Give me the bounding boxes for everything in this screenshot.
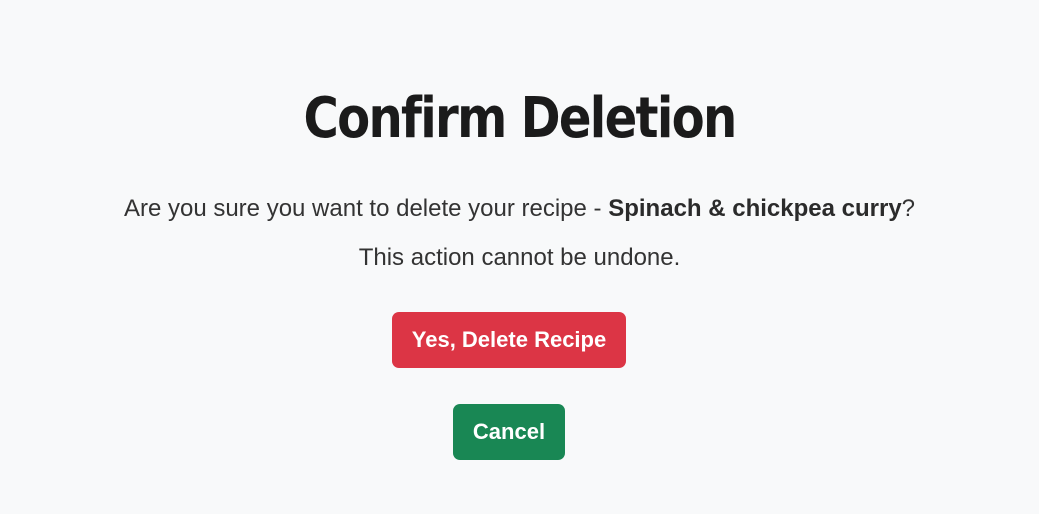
confirmation-suffix: ? [901,195,916,222]
recipe-name: Spinach & chickpea curry [608,195,902,222]
delete-recipe-button[interactable]: Yes, Delete Recipe [392,312,626,368]
confirmation-prefix: Are you sure you want to delete your rec… [123,195,609,222]
confirm-deletion-page: Confirm Deletion Are you sure you want t… [0,0,1039,514]
cancel-button[interactable]: Cancel [453,404,565,460]
page-title: Confirm Deletion [303,86,737,151]
confirmation-message: Are you sure you want to delete your rec… [0,193,1039,225]
warning-message: This action cannot be undone. [358,244,681,271]
